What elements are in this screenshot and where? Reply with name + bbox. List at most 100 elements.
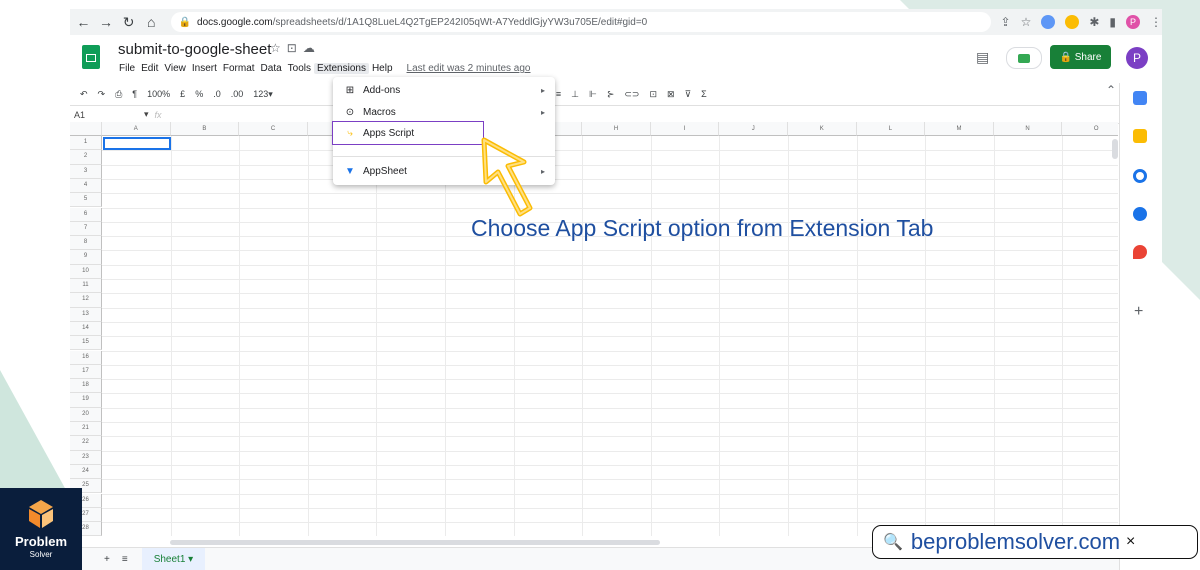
column-header[interactable]: I bbox=[650, 122, 720, 136]
row-header[interactable]: 3 bbox=[70, 164, 102, 179]
row-header[interactable]: 19 bbox=[70, 393, 102, 408]
bookmark-star-icon[interactable]: ☆ bbox=[1021, 15, 1032, 29]
select-all-corner[interactable] bbox=[70, 122, 102, 136]
address-bar[interactable]: 🔒 docs.google.com /spreadsheets/d/1A1Q8L… bbox=[170, 12, 991, 32]
column-header[interactable]: L bbox=[856, 122, 926, 136]
close-icon[interactable]: × bbox=[1126, 533, 1135, 551]
row-header[interactable]: 9 bbox=[70, 250, 102, 265]
menu-file[interactable]: File bbox=[116, 63, 138, 74]
spreadsheet-grid[interactable]: ABCDEFGHIJKLMNO1234567891011121314151617… bbox=[70, 122, 1118, 536]
menu-extensions[interactable]: Extensions bbox=[314, 63, 369, 74]
column-header[interactable]: M bbox=[925, 122, 994, 136]
row-header[interactable]: 8 bbox=[70, 236, 102, 251]
share-page-icon[interactable]: ⇪ bbox=[1001, 15, 1011, 29]
last-edit-link[interactable]: Last edit was 2 minutes ago bbox=[404, 63, 534, 74]
more-formats-button[interactable]: 123▾ bbox=[253, 89, 273, 100]
menu-item-apps-script[interactable]: ⤷ Apps Script bbox=[332, 121, 484, 145]
name-box[interactable]: A1 bbox=[70, 110, 144, 120]
share-button[interactable]: 🔒 Share bbox=[1050, 45, 1111, 69]
row-header[interactable]: 16 bbox=[70, 350, 102, 365]
comment-icon[interactable]: ⊡ bbox=[649, 89, 657, 100]
increase-decimal-button[interactable]: .00 bbox=[231, 89, 244, 99]
row-header[interactable]: 17 bbox=[70, 364, 102, 380]
forward-arrow-icon[interactable]: → bbox=[97, 14, 116, 30]
row-header[interactable]: 13 bbox=[70, 307, 102, 322]
home-icon[interactable]: ⌂ bbox=[142, 14, 161, 30]
sidebar-icon[interactable]: ▮ bbox=[1109, 15, 1116, 29]
chart-icon[interactable]: ⊠ bbox=[667, 89, 675, 100]
doc-title[interactable]: submit-to-google-sheet bbox=[118, 41, 271, 58]
filter-icon[interactable]: ⊽ bbox=[685, 89, 692, 100]
menu-tools[interactable]: Tools bbox=[285, 63, 314, 74]
puzzle-icon[interactable]: ✱ bbox=[1089, 15, 1099, 29]
meet-button[interactable] bbox=[1006, 47, 1042, 69]
rotate-icon[interactable]: ⊱ bbox=[607, 89, 615, 100]
row-header[interactable]: 22 bbox=[70, 436, 102, 451]
profile-avatar[interactable]: P bbox=[1126, 15, 1141, 29]
decrease-decimal-button[interactable]: .0 bbox=[213, 89, 221, 99]
selected-cell-a1[interactable] bbox=[103, 137, 171, 150]
column-header[interactable]: K bbox=[788, 122, 857, 136]
valign-icon[interactable]: ⊥ bbox=[571, 89, 579, 100]
menu-help[interactable]: Help bbox=[369, 63, 396, 74]
row-header[interactable]: 5 bbox=[70, 193, 102, 208]
column-header[interactable]: J bbox=[719, 122, 788, 136]
sheet-tab[interactable]: Sheet1 ▾ bbox=[141, 548, 206, 570]
menu-data[interactable]: Data bbox=[258, 63, 285, 74]
menu-insert[interactable]: Insert bbox=[189, 63, 220, 74]
percent-button[interactable]: % bbox=[195, 89, 203, 99]
tasks-icon[interactable] bbox=[1133, 169, 1147, 183]
extension-icon[interactable] bbox=[1065, 15, 1080, 29]
reload-icon[interactable]: ↻ bbox=[119, 14, 138, 31]
menu-view[interactable]: View bbox=[161, 63, 189, 74]
print-icon[interactable]: ⎙ bbox=[115, 89, 122, 100]
menu-format[interactable]: Format bbox=[220, 63, 258, 74]
wrap-icon[interactable]: ⊩ bbox=[589, 89, 597, 100]
maps-icon[interactable] bbox=[1133, 245, 1147, 259]
redo-icon[interactable]: ↷ bbox=[98, 89, 106, 100]
sheets-logo-icon[interactable] bbox=[82, 45, 100, 69]
row-header[interactable]: 18 bbox=[70, 379, 102, 394]
menu-edit[interactable]: Edit bbox=[138, 63, 161, 74]
link-icon[interactable]: ⊂⊃ bbox=[624, 89, 639, 100]
row-header[interactable]: 20 bbox=[70, 407, 102, 422]
currency-button[interactable]: £ bbox=[180, 89, 185, 99]
row-header[interactable]: 24 bbox=[70, 464, 102, 480]
more-vert-icon[interactable]: ⋮ bbox=[1150, 15, 1162, 29]
row-header[interactable]: 23 bbox=[70, 450, 102, 465]
row-header[interactable]: 1 bbox=[70, 136, 102, 151]
all-sheets-icon[interactable]: ≡ bbox=[122, 554, 128, 565]
row-header[interactable]: 4 bbox=[70, 178, 102, 194]
row-header[interactable]: 6 bbox=[70, 207, 102, 222]
row-header[interactable]: 7 bbox=[70, 221, 102, 237]
row-header[interactable]: 2 bbox=[70, 150, 102, 165]
column-header[interactable]: N bbox=[993, 122, 1063, 136]
row-header[interactable]: 12 bbox=[70, 293, 102, 308]
row-header[interactable]: 15 bbox=[70, 336, 102, 351]
column-header[interactable]: O bbox=[1062, 122, 1118, 136]
collapse-toolbar-icon[interactable]: ⌃ bbox=[1106, 83, 1116, 97]
row-header[interactable]: 14 bbox=[70, 321, 102, 337]
contacts-icon[interactable] bbox=[1133, 207, 1147, 221]
row-header[interactable]: 10 bbox=[70, 264, 102, 279]
extension-icon[interactable] bbox=[1041, 15, 1056, 29]
column-header[interactable]: B bbox=[170, 122, 240, 136]
get-addons-icon[interactable]: + bbox=[1134, 303, 1143, 321]
functions-icon[interactable]: Σ bbox=[701, 89, 707, 99]
row-header[interactable]: 21 bbox=[70, 422, 102, 437]
menu-item-addons[interactable]: ⊞ Add-ons ▸ bbox=[333, 79, 555, 101]
vertical-scrollbar[interactable] bbox=[1112, 139, 1118, 159]
menu-item-macros[interactable]: ⊙ Macros ▸ bbox=[333, 101, 555, 123]
cloud-status-icon[interactable]: ☁ bbox=[303, 41, 321, 55]
keep-icon[interactable] bbox=[1133, 129, 1147, 143]
move-icon[interactable]: ⊡ bbox=[287, 41, 303, 55]
horizontal-scrollbar[interactable] bbox=[170, 540, 660, 545]
add-sheet-icon[interactable]: + bbox=[104, 554, 110, 565]
paint-format-icon[interactable]: ¶ bbox=[132, 89, 137, 99]
back-arrow-icon[interactable]: ← bbox=[74, 14, 93, 30]
site-search-pill[interactable]: 🔍 beproblemsolver.com × bbox=[872, 525, 1198, 559]
undo-icon[interactable]: ↶ bbox=[80, 89, 88, 100]
comment-history-icon[interactable]: ▤ bbox=[976, 49, 989, 66]
account-avatar[interactable]: P bbox=[1126, 47, 1148, 69]
column-header[interactable]: A bbox=[102, 122, 171, 136]
